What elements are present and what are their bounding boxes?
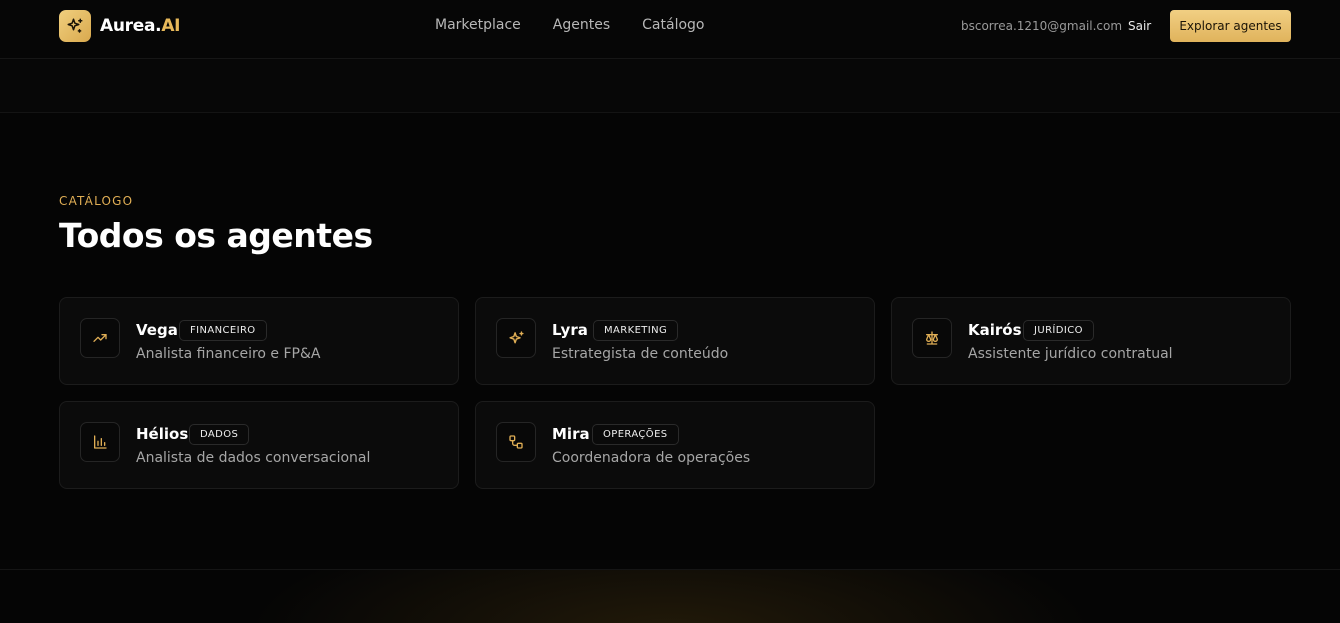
workflow-icon [496,422,536,462]
agent-card-helios[interactable]: Hélios DADOS Analista de dados conversac… [59,401,459,489]
agent-description: Analista financeiro e FP&A [136,346,321,362]
scale-icon [912,318,952,358]
agent-name: Hélios [136,425,189,443]
agent-tag: OPERAÇÕES [592,424,679,445]
agent-description: Estrategista de conteúdo [552,346,729,362]
page-title: Todos os agentes [59,216,373,255]
explore-agents-button[interactable]: Explorar agentes [1170,10,1291,42]
nav-catalogo[interactable]: Catálogo [642,17,704,33]
agent-card-lyra[interactable]: Lyra MARKETING Estrategista de conteúdo [475,297,875,385]
sparkles-icon [59,10,91,42]
sparkles-icon [496,318,536,358]
agent-name: Mira [552,425,590,443]
header-band [0,59,1340,113]
agent-card-kairos[interactable]: Kairós JURÍDICO Assistente jurídico cont… [891,297,1291,385]
agent-name: Kairós [968,321,1022,339]
agent-description: Assistente jurídico contratual [968,346,1173,362]
brand-logo[interactable]: Aurea.AI [59,10,181,42]
agent-card-mira[interactable]: Mira OPERAÇÕES Coordenadora de operações [475,401,875,489]
agent-tag: MARKETING [593,320,679,341]
agent-card-vega[interactable]: Vega FINANCEIRO Analista financeiro e FP… [59,297,459,385]
nav-agentes[interactable]: Agentes [553,17,610,33]
agent-description: Analista de dados conversacional [136,450,371,466]
user-email: bscorrea.1210@gmail.com [961,19,1123,33]
agent-tag: FINANCEIRO [179,320,267,341]
main-nav: Marketplace Agentes Catálogo [435,17,705,33]
trending-up-icon [80,318,120,358]
agent-tag: JURÍDICO [1023,320,1094,341]
brand-name: Aurea.AI [100,16,181,36]
agent-name: Lyra [552,321,588,339]
logout-link[interactable]: Sair [1128,19,1151,33]
bar-chart-icon [80,422,120,462]
agent-tag: DADOS [189,424,250,445]
footer-glow-section [0,569,1340,623]
agent-name: Vega [136,321,178,339]
section-eyebrow: CATÁLOGO [59,194,134,208]
nav-marketplace[interactable]: Marketplace [435,17,521,33]
top-navbar: Aurea.AI Marketplace Agentes Catálogo bs… [0,0,1340,59]
agent-description: Coordenadora de operações [552,450,751,466]
